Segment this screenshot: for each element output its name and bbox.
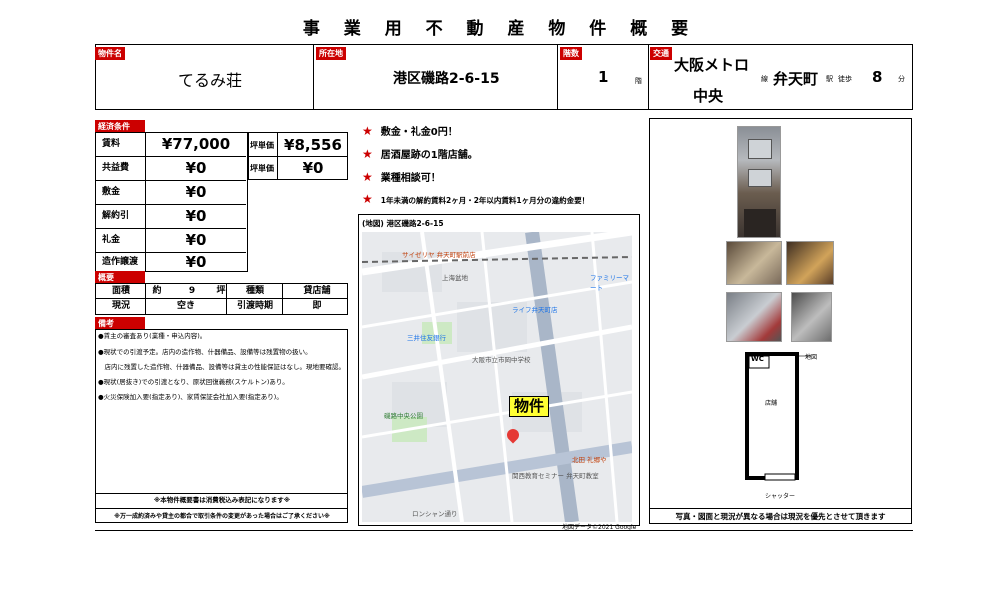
feature-item: ★ 業種相談可！: [362, 170, 441, 184]
finance-row: 共益費 ¥0: [96, 157, 246, 181]
station-unit: 駅: [826, 75, 833, 83]
storefront-photo[interactable]: [791, 292, 832, 342]
finance-row: 礼金 ¥0: [96, 229, 246, 253]
shop-label: 店舗: [765, 400, 778, 407]
overview-row: 現況 空き 引渡時期 即: [111, 301, 322, 311]
interior-photo[interactable]: [786, 241, 834, 285]
area-value: 9: [188, 286, 196, 296]
line-unit: 線: [761, 75, 768, 83]
wc-label: WC: [751, 355, 764, 363]
star-icon: ★: [362, 192, 373, 206]
map-place: ファミリーマート: [590, 274, 629, 292]
finance-row: 賃料 ¥77,000: [96, 133, 246, 157]
map-place: ライフ弁天町店: [512, 306, 558, 314]
address-label: 所在地: [316, 47, 346, 60]
floors-label: 階数: [560, 47, 582, 60]
interior-photo[interactable]: [726, 241, 782, 285]
shutter-label: シャッター: [765, 493, 796, 500]
feature-item: ★ 敷金・礼金0円！: [362, 124, 458, 138]
feature-item: ★ 1年未満の解約賃料2ヶ月・2年以内賃料1ヶ月分の違約金要！: [362, 192, 590, 206]
property-name-label: 物件名: [95, 47, 125, 60]
tsubo-label: 坪単価: [250, 164, 274, 173]
map-place: ロンシャン通り: [412, 510, 458, 518]
walk-unit: 分: [898, 75, 905, 83]
map-place: 大阪市立市岡中学校: [472, 356, 531, 364]
floor-plan[interactable]: WC 地図 店舗 シャッター: [725, 350, 835, 500]
map-place: 磯路中央公園: [384, 412, 423, 420]
finance-row: 解約引 ¥0: [96, 205, 246, 229]
map-place: サイゼリヤ 弁天町駅前店: [402, 251, 476, 259]
property-pin-label: 物件: [509, 396, 550, 417]
tax-note: ※本物件概要書は消費税込み表記になります※: [153, 496, 291, 504]
photo-note: 写真・図面と現況が異なる場合は現況を優先とさせて頂きます: [675, 512, 886, 521]
line-name-1: 大阪メトロ: [674, 56, 750, 74]
north-label: 地図: [805, 354, 818, 361]
building-photo[interactable]: [737, 126, 781, 238]
map-place: 関西教育セミナー 弁天町教室: [512, 472, 599, 480]
remark-line: ●火災保険加入要(指定あり)、家賃保証会社加入要(指定あり)。: [98, 393, 283, 401]
remark-line: ●現状での引渡予定。店内の造作物、什器備品、設備等は残置物の扱い。: [98, 348, 312, 356]
remark-line: 店内に残置した造作物、什器備品、設備等は貸主の性能保証はなし。現地要確認。: [98, 363, 346, 371]
floor-plan-drawing: [745, 352, 811, 481]
tsubo-label: 坪単価: [250, 141, 274, 150]
tsubo-value: ¥8,556: [284, 136, 342, 154]
rent-value: ¥77,000: [161, 135, 231, 153]
address-value: 港区磯路2-6-15: [393, 71, 500, 87]
star-icon: ★: [362, 124, 373, 138]
property-name: てるみ荘: [178, 71, 243, 90]
map-image[interactable]: サイゼリヤ 弁天町駅前店 上海盆地 大阪市立市岡中学校 ライフ弁天町店 三井住友…: [362, 232, 632, 522]
map-place: 北田 礼郷や: [572, 456, 607, 464]
storefront-photo[interactable]: [726, 292, 782, 342]
transport-label: 交通: [650, 47, 672, 60]
star-icon: ★: [362, 170, 373, 184]
line-name-2: 中央: [693, 87, 724, 105]
remark-line: ●賃主の審査あり(業種・申込内容)。: [98, 332, 207, 340]
floors-unit: 階: [635, 77, 642, 85]
map-caption: (地図) 港区磯路2-6-15: [362, 219, 444, 228]
floors-value: 1: [598, 68, 609, 86]
change-note: ※万一成約済みや貸主の都合で取引条件の変更があった場合はご了承ください※: [114, 513, 330, 520]
page-title: 事 業 用 不 動 産 物 件 概 要: [302, 19, 698, 39]
finance-row: 造作譲渡 ¥0: [96, 253, 246, 271]
walk-label: 徒歩: [838, 75, 852, 83]
walk-minutes: 8: [872, 68, 883, 86]
finance-row: 敷金 ¥0: [96, 181, 246, 205]
star-icon: ★: [362, 147, 373, 161]
remark-line: ●現状(居抜き)での引渡となり、原状回復義務(スケルトン)あり。: [98, 378, 289, 386]
overview-row: 面積 約 9 坪 種類 貸店舗: [96, 284, 348, 299]
tsubo-value: ¥0: [302, 159, 324, 177]
feature-item: ★ 居酒屋跡の1階店舗。: [362, 147, 478, 161]
map-place: 上海盆地: [442, 274, 468, 282]
station-name: 弁天町: [773, 70, 819, 88]
map-place: 三井住友銀行: [407, 334, 446, 342]
